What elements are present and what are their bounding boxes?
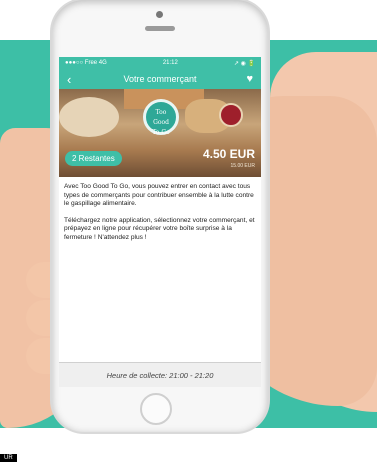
store-badge <box>219 103 243 127</box>
page-title: Votre commerçant <box>123 74 197 84</box>
home-button[interactable] <box>140 393 172 425</box>
logo-line: To Go <box>152 129 170 136</box>
logo-line: Good <box>153 119 169 126</box>
status-bar: ●●●○○ Free 4G 21:12 ↗ ◉ 🔋 <box>59 57 261 69</box>
camera-icon <box>156 11 163 18</box>
heart-icon[interactable]: ♥ <box>239 73 253 85</box>
too-good-to-go-logo: Too Good To Go <box>143 99 179 136</box>
app-screen: ●●●○○ Free 4G 21:12 ↗ ◉ 🔋 ‹ Votre commer… <box>59 57 261 387</box>
clock: 21:12 <box>162 60 178 66</box>
remaining-badge: 2 Restantes <box>65 151 122 166</box>
description: Avec Too Good To Go, vous pouvez entrer … <box>59 177 261 243</box>
corner-tag: UR <box>0 454 17 462</box>
back-icon[interactable]: ‹ <box>67 72 81 87</box>
pickup-time-bar[interactable]: Heure de collecte: 21:00 - 21:20 <box>59 362 261 387</box>
description-paragraph: Téléchargez notre application, sélection… <box>64 216 255 241</box>
logo-line: Too <box>155 109 167 116</box>
price: 4.50 EUR <box>202 147 255 161</box>
phone: ●●●○○ Free 4G 21:12 ↗ ◉ 🔋 ‹ Votre commer… <box>52 0 268 432</box>
carrier-text: ●●●○○ Free 4G <box>65 60 107 66</box>
status-icons: ↗ ◉ 🔋 <box>233 60 255 67</box>
pickup-time-label: Heure de collecte: 21:00 - 21:20 <box>106 370 214 380</box>
description-paragraph: Avec Too Good To Go, vous pouvez entrer … <box>64 183 254 208</box>
store-hero-image: Too Good To Go 2 Restantes 4.50 EUR 15.0… <box>59 89 261 177</box>
speaker-grille <box>145 26 175 31</box>
food-image <box>59 97 119 137</box>
nav-bar: ‹ Votre commerçant ♥ <box>59 69 261 89</box>
original-price: 15.00 EUR <box>230 163 255 169</box>
